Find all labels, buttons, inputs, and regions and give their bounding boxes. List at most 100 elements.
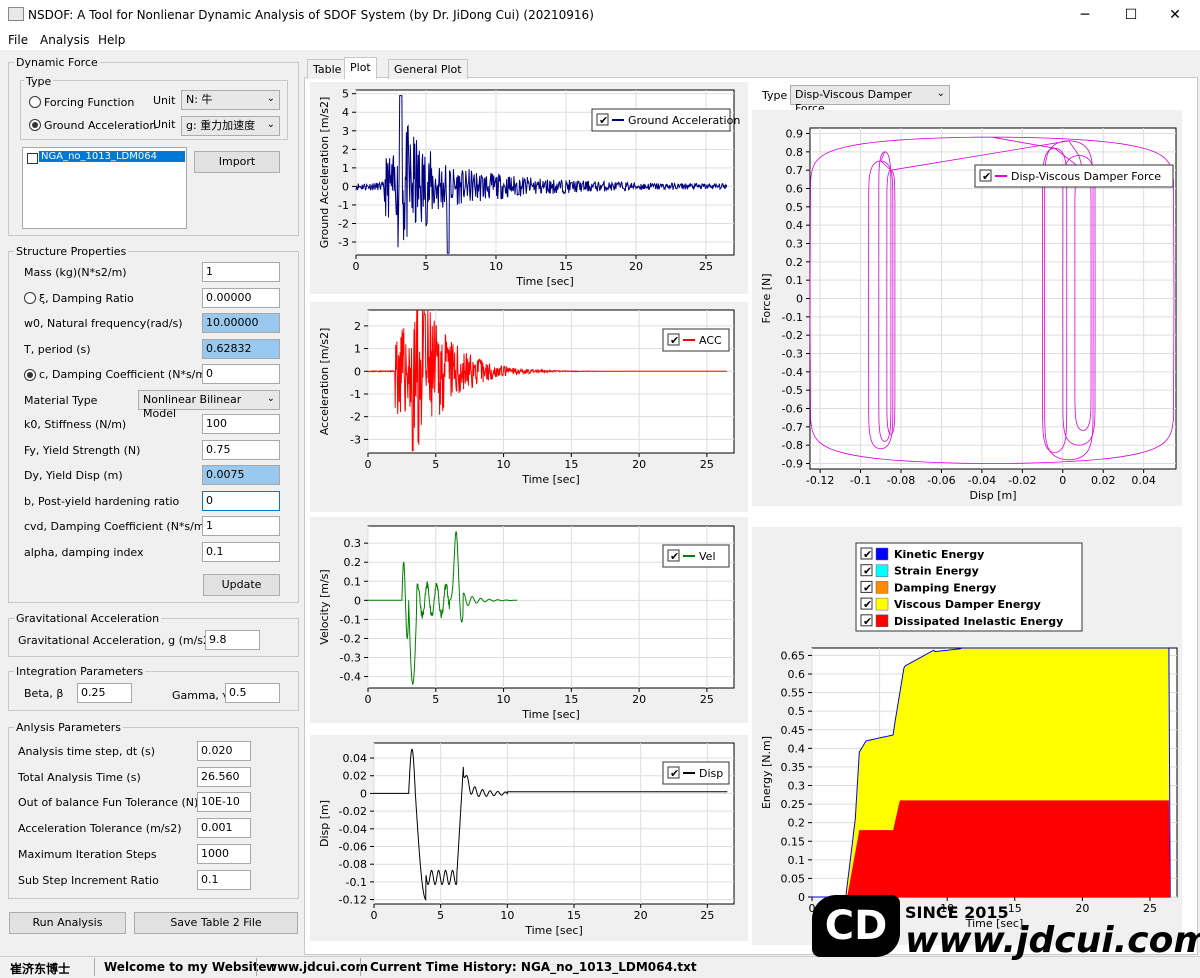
disp-tick-label-x: 5 <box>437 909 444 922</box>
energy-legend-label: Viscous Damper Energy <box>894 598 1041 611</box>
energy-legend-swatch <box>875 614 889 628</box>
status-separator <box>256 958 257 976</box>
energy-tick-label-y: 0.15 <box>781 835 806 848</box>
vel-tick-label-x: 5 <box>432 693 439 706</box>
vel-legend-check: ✔ <box>670 550 679 563</box>
disp-tick-label-y: 0 <box>360 787 367 800</box>
hyst-tick-label-y: -0.9 <box>782 458 803 471</box>
vel-tick-label-x: 15 <box>564 693 578 706</box>
ground-tick-label-x: 10 <box>489 260 503 273</box>
vel-tick-label-y: -0.2 <box>340 632 361 645</box>
energy-legend-swatch <box>875 581 889 594</box>
vel-tick-label-x: 20 <box>632 693 646 706</box>
ground-tick-label-x: 0 <box>353 260 360 273</box>
acc-tick-label-y: -3 <box>350 433 361 446</box>
hyst-legend-label: Disp-Viscous Damper Force <box>1011 170 1161 183</box>
hyst-tick-label-y: -0.8 <box>782 439 803 452</box>
ground-legend-label: Ground Acceleration <box>628 114 740 127</box>
energy-legend-check: ✔ <box>863 565 872 578</box>
hyst-tick-label-y: 0.6 <box>786 183 804 196</box>
ground-tick-label-y: -3 <box>338 236 349 249</box>
status-welcome: Welcome to my Website : <box>104 960 276 974</box>
vel-legend-label: Vel <box>699 550 716 563</box>
energy-legend-swatch <box>875 564 889 577</box>
energy-legend-swatch <box>875 547 889 561</box>
hyst-tick-label-y: -0.5 <box>782 384 803 397</box>
energy-legend-check: ✔ <box>863 548 872 561</box>
disp-tick-label-y: -0.04 <box>339 823 367 836</box>
ground-tick-label-x: 5 <box>423 260 430 273</box>
acc-xlabel: Time [sec] <box>521 473 580 486</box>
energy-tick-label-y: 0.65 <box>781 649 806 662</box>
ground-legend-check: ✔ <box>599 114 608 127</box>
energy-legend-check: ✔ <box>863 615 872 628</box>
vel-ylabel: Velocity [m/s] <box>318 569 331 644</box>
hyst-tick-label-y: 0.9 <box>786 128 804 141</box>
energy-legend-check: ✔ <box>863 598 872 611</box>
vel-tick-label-x: 0 <box>365 693 372 706</box>
energy-tick-label-y: 0.1 <box>788 854 806 867</box>
vel-tick-label-x: 25 <box>700 693 714 706</box>
acc-legend-check: ✔ <box>670 334 679 347</box>
ground-legend: ✔ Ground Acceleration <box>591 108 740 132</box>
energy-tick-label-y: 0.3 <box>788 780 806 793</box>
energy-legend-swatch <box>875 597 889 611</box>
energy-tick-label-y: 0.6 <box>788 668 806 681</box>
disp-legend-check: ✔ <box>670 767 679 780</box>
vel-tick-label-y: 0.1 <box>344 575 362 588</box>
disp-tick-label-y: 0.02 <box>343 770 368 783</box>
hyst-tick-label-y: 0 <box>796 293 803 306</box>
disp-tick-label-y: -0.08 <box>339 858 367 871</box>
ground-ylabel: Ground Acceleration [m/s2] <box>318 97 331 249</box>
ground-tick-label-x: 15 <box>559 260 573 273</box>
hyst-tick-label-y: 0.2 <box>786 256 804 269</box>
hyst-tick-label-x: -0.06 <box>927 474 955 487</box>
watermark-logo: CD <box>812 895 900 957</box>
ground-tick-label-y: 0 <box>342 180 349 193</box>
acc-tick-label-y: -1 <box>350 388 361 401</box>
hyst-tick-label-x: -0.04 <box>968 474 996 487</box>
disp-tick-label-y: -0.02 <box>339 805 367 818</box>
energy-tick-label-y: 0.45 <box>781 724 806 737</box>
acc-tick-label-x: 20 <box>632 458 646 471</box>
vel-tick-label-y: -0.3 <box>340 652 361 665</box>
energy-tick-label-y: 0.35 <box>781 761 806 774</box>
energy-tick-label-x: 15 <box>1008 902 1022 915</box>
vel-tick-label-y: -0.1 <box>340 613 361 626</box>
energy-tick-label-y: 0.4 <box>788 742 806 755</box>
status-separator <box>360 958 361 976</box>
ground-tick-label-y: -1 <box>338 199 349 212</box>
vel-legend: ✔ Vel <box>662 544 730 568</box>
status-separator <box>94 958 95 976</box>
acc-tick-label-x: 5 <box>432 458 439 471</box>
vel-tick-label-y: -0.4 <box>340 671 361 684</box>
ground-tick-label-y: 4 <box>342 106 349 119</box>
disp-tick-label-y: -0.12 <box>339 894 367 907</box>
hyst-ylabel: Force [N] <box>760 273 773 323</box>
energy-tick-label-y: 0.05 <box>781 872 806 885</box>
hyst-tick-label-y: 0.5 <box>786 201 804 214</box>
hyst-tick-label-x: 0.04 <box>1131 474 1156 487</box>
hyst-tick-label-y: 0.3 <box>786 238 804 251</box>
disp-tick-label-y: -0.06 <box>339 841 367 854</box>
status-current: Current Time History: NGA_no_1013_LDM064… <box>370 960 697 974</box>
hyst-tick-label-x: 0.02 <box>1091 474 1116 487</box>
hyst-tick-label-y: 0.8 <box>786 146 804 159</box>
vel-xlabel: Time [sec] <box>521 708 580 721</box>
disp-tick-label-x: 25 <box>700 909 714 922</box>
ground-tick-label-y: 5 <box>342 88 349 101</box>
disp-xlabel: Time [sec] <box>524 924 583 937</box>
hyst-tick-label-y: 0.7 <box>786 164 804 177</box>
hyst-tick-label-y: -0.4 <box>782 366 803 379</box>
status-site[interactable]: www.jdcui.com <box>266 960 368 974</box>
hyst-tick-label-y: -0.1 <box>782 311 803 324</box>
hyst-tick-label-y: 0.4 <box>786 219 804 232</box>
status-name: 崔济东博士 <box>10 962 71 976</box>
disp-tick-label-x: 0 <box>371 909 378 922</box>
charts-canvas: 0 5 10 15 20 25-3-2-1012345Time [sec]Ground A… <box>310 82 1182 945</box>
acc-tick-label-y: 2 <box>354 320 361 333</box>
hyst-tick-label-y: 0.1 <box>786 274 804 287</box>
energy-tick-label-y: 0.2 <box>788 817 806 830</box>
acc-tick-label-x: 0 <box>365 458 372 471</box>
hyst-tick-label-y: -0.2 <box>782 329 803 342</box>
